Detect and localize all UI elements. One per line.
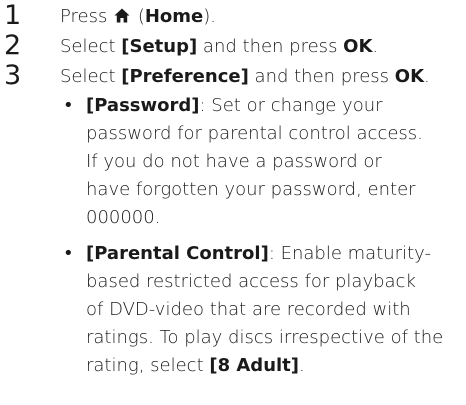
step-text-part: and then press: [248, 66, 395, 87]
ok-label: OK: [394, 66, 425, 87]
step-text-part: ).: [203, 6, 217, 27]
step-text-part: Press: [60, 6, 114, 27]
step-text: Select [Preference] and then press OK.: [60, 66, 430, 88]
setup-label: [Setup]: [121, 36, 198, 57]
bullet-line-text: : Set or change your: [199, 95, 383, 116]
bullet-line-text: .: [299, 355, 305, 376]
step-3: 3 Select [Preference] and then press OK.: [0, 60, 466, 91]
step-text: Select [Setup] and then press OK.: [60, 36, 378, 58]
step-2: 2 Select [Setup] and then press OK.: [0, 30, 466, 61]
step-text-part: Select: [60, 36, 122, 57]
parental-control-term: [Parental Control]: [86, 243, 269, 264]
password-term: [Password]: [86, 95, 200, 116]
bullet-line: rating, select [8 Adult].: [86, 352, 460, 380]
step-number: 2: [4, 30, 22, 61]
step-text-part: .: [372, 36, 379, 57]
step-number: 3: [4, 60, 22, 91]
preference-label: [Preference]: [121, 66, 249, 87]
bullet-text: [Parental Control]: Enable maturity- bas…: [86, 240, 460, 380]
step-1: 1 Press (Home).: [0, 0, 466, 31]
step-number: 1: [4, 0, 22, 31]
step-text-part: Select: [60, 66, 122, 87]
bullet-line: ratings. To play discs irrespective of t…: [86, 327, 444, 348]
bullet-line-text: rating, select: [86, 355, 210, 376]
bullet-line: [Parental Control]: Enable maturity-: [86, 240, 460, 268]
bullet-text: [Password]: Set or change your password …: [86, 92, 460, 232]
bullet-line: If you do not have a password or: [86, 151, 382, 172]
step-text-part: (: [132, 6, 145, 27]
bullet-line-text: : Enable maturity-: [268, 243, 431, 264]
step-text-part: .: [424, 66, 430, 87]
home-icon: [114, 8, 130, 23]
home-label: Home: [144, 6, 204, 27]
step-text: Press (Home).: [60, 6, 216, 28]
adult-rating-term: [8 Adult]: [209, 355, 300, 376]
bullet-marker: •: [63, 243, 74, 264]
step-text-part: and then press: [197, 36, 344, 57]
bullet-marker: •: [63, 95, 74, 116]
bullet-line: password for parental control access.: [86, 123, 423, 144]
bullet-line: [Password]: Set or change your: [86, 92, 460, 120]
bullet-line: 000000.: [86, 207, 161, 228]
bullet-line: have forgotten your password, enter: [86, 179, 416, 200]
ok-label: OK: [343, 36, 373, 57]
bullet-line: of DVD-video that are recorded with: [86, 299, 411, 320]
bullet-line: based restricted access for playback: [86, 271, 416, 292]
